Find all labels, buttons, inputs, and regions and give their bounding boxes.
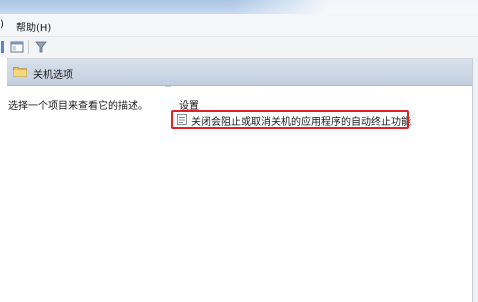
toolbar-edge <box>1 41 4 53</box>
page-title: 关机选项 <box>33 70 73 81</box>
menu-bar: ) 帮助(H) <box>0 14 478 37</box>
menu-item-help[interactable]: 帮助(H) <box>16 19 51 34</box>
highlight-box <box>171 110 409 129</box>
titlebar-glow <box>230 0 478 14</box>
right-pane-edge <box>472 58 478 302</box>
menu-item-partial[interactable]: ) <box>0 19 4 30</box>
details-header: 关机选项 <box>7 59 472 86</box>
window-titlebar <box>0 0 478 14</box>
toolbar-separator <box>28 40 29 54</box>
list-column-header[interactable]: 设置 <box>171 86 472 112</box>
filter-icon[interactable] <box>34 40 48 54</box>
description-text: 选择一个项目来查看它的描述。 <box>8 101 148 112</box>
show-hide-pane-icon[interactable] <box>10 40 24 54</box>
folder-icon <box>13 67 27 77</box>
toolbar <box>0 37 478 59</box>
